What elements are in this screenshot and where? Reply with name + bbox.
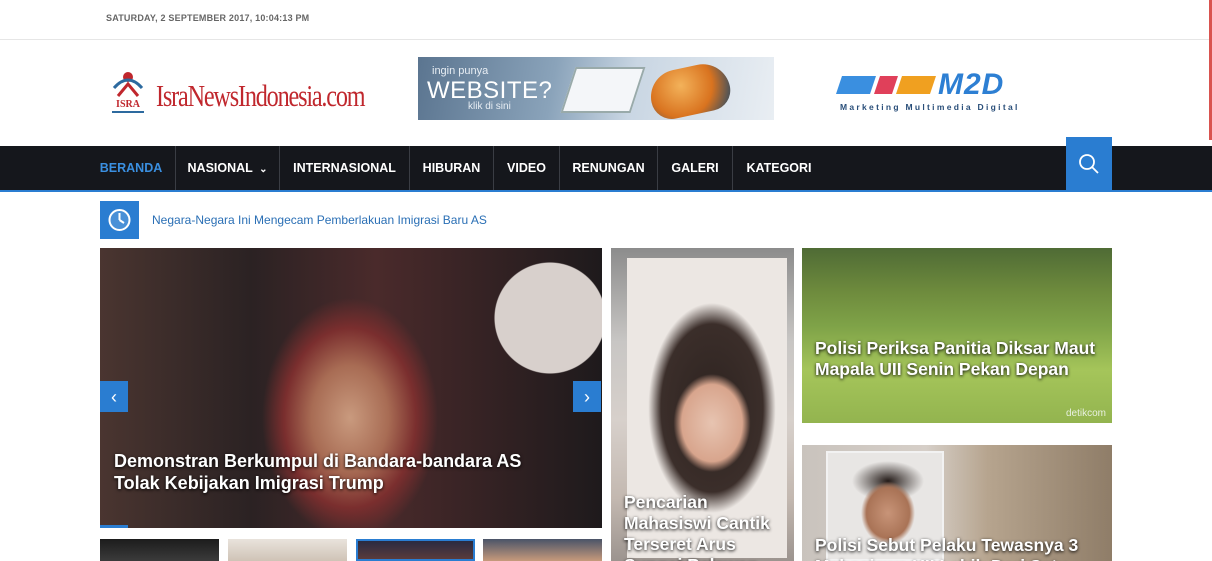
logo-text: IsraNewsIndonesia.com xyxy=(156,78,366,113)
website-ad-banner[interactable]: ingin punya WEBSITE? klik di sini xyxy=(418,57,774,120)
site-logo[interactable]: ISRA IsraNewsIndonesia.com xyxy=(108,64,366,120)
breaking-news-ticker: Negara-Negara Ini Mengecam Pemberlakuan … xyxy=(100,201,1112,239)
search-button[interactable] xyxy=(1066,137,1112,192)
logo-emblem-text: ISRA xyxy=(116,99,141,110)
nav-item-kategori[interactable]: KATEGORI xyxy=(733,146,825,190)
tile-caption: Polisi Sebut Pelaku Tewasnya 3 Mahasiswa… xyxy=(815,535,1079,561)
sponsor-tagline: Marketing Multimedia Digital xyxy=(840,102,1020,112)
nav-item-internasional[interactable]: INTERNASIONAL xyxy=(280,146,410,190)
mouse-icon xyxy=(645,59,735,120)
slider-caption[interactable]: Demonstran Berkumpul di Bandara-bandara … xyxy=(114,450,554,494)
slider-thumbnail-active[interactable] xyxy=(356,539,475,561)
sponsor-logo[interactable]: M2D Marketing Multimedia Digital xyxy=(834,68,1092,116)
photo-watermark: detikcom xyxy=(1065,408,1106,419)
nav-item-video[interactable]: VIDEO xyxy=(494,146,560,190)
nav-item-renungan[interactable]: RENUNGAN xyxy=(560,146,658,190)
site-header: ISRA IsraNewsIndonesia.com ingin punya W… xyxy=(0,40,1212,146)
current-date: SATURDAY, 2 SEPTEMBER 2017, 10:04:13 PM xyxy=(106,13,310,23)
tile-caption: Pencarian Mahasiswi Cantik Terseret Arus… xyxy=(624,492,770,561)
news-tile[interactable]: Pencarian Mahasiswi Cantik Terseret Arus… xyxy=(611,248,794,561)
nav-item-hiburan[interactable]: HIBURAN xyxy=(410,146,494,190)
slider-thumbnail[interactable] xyxy=(228,539,347,561)
main-nav: BERANDA NASIONAL ⌄ INTERNASIONAL HIBURAN… xyxy=(0,137,1212,192)
news-tile[interactable]: Polisi Periksa Panitia Diksar Maut Mapal… xyxy=(802,248,1112,423)
nav-item-nasional-label: NASIONAL xyxy=(187,161,253,175)
sponsor-stripes-icon xyxy=(836,76,936,94)
sponsor-name: M2D xyxy=(938,68,1005,101)
banner-line3: klik di sini xyxy=(468,101,511,112)
slider-prev-button[interactable]: ‹ xyxy=(100,381,128,412)
top-bar: SATURDAY, 2 SEPTEMBER 2017, 10:04:13 PM xyxy=(0,0,1212,40)
chevron-left-icon: ‹ xyxy=(111,386,117,407)
slider-progress xyxy=(100,525,128,528)
logo-emblem-icon: ISRA xyxy=(112,72,144,113)
nav-item-galeri[interactable]: GALERI xyxy=(658,146,733,190)
chevron-right-icon: › xyxy=(584,386,590,407)
slider-next-button[interactable]: › xyxy=(573,381,601,412)
chevron-down-icon: ⌄ xyxy=(259,164,268,175)
tile-caption: Polisi Periksa Panitia Diksar Maut Mapal… xyxy=(815,338,1096,379)
slider-thumbnail[interactable] xyxy=(483,539,602,561)
nav-item-nasional[interactable]: NASIONAL ⌄ xyxy=(176,146,280,190)
search-icon xyxy=(1079,154,1099,174)
slider-thumbnail[interactable] xyxy=(100,539,219,561)
clock-icon xyxy=(100,201,139,239)
featured-slider[interactable]: ‹ › Demonstran Berkumpul di Bandara-band… xyxy=(100,248,602,528)
news-tile[interactable]: Polisi Sebut Pelaku Tewasnya 3 Mahasiswa… xyxy=(802,445,1112,561)
nav-item-beranda[interactable]: BERANDA xyxy=(87,146,176,190)
ticker-headline[interactable]: Negara-Negara Ini Mengecam Pemberlakuan … xyxy=(152,213,487,227)
monitor-graphic xyxy=(560,67,646,113)
banner-line1: ingin punya xyxy=(432,65,489,77)
